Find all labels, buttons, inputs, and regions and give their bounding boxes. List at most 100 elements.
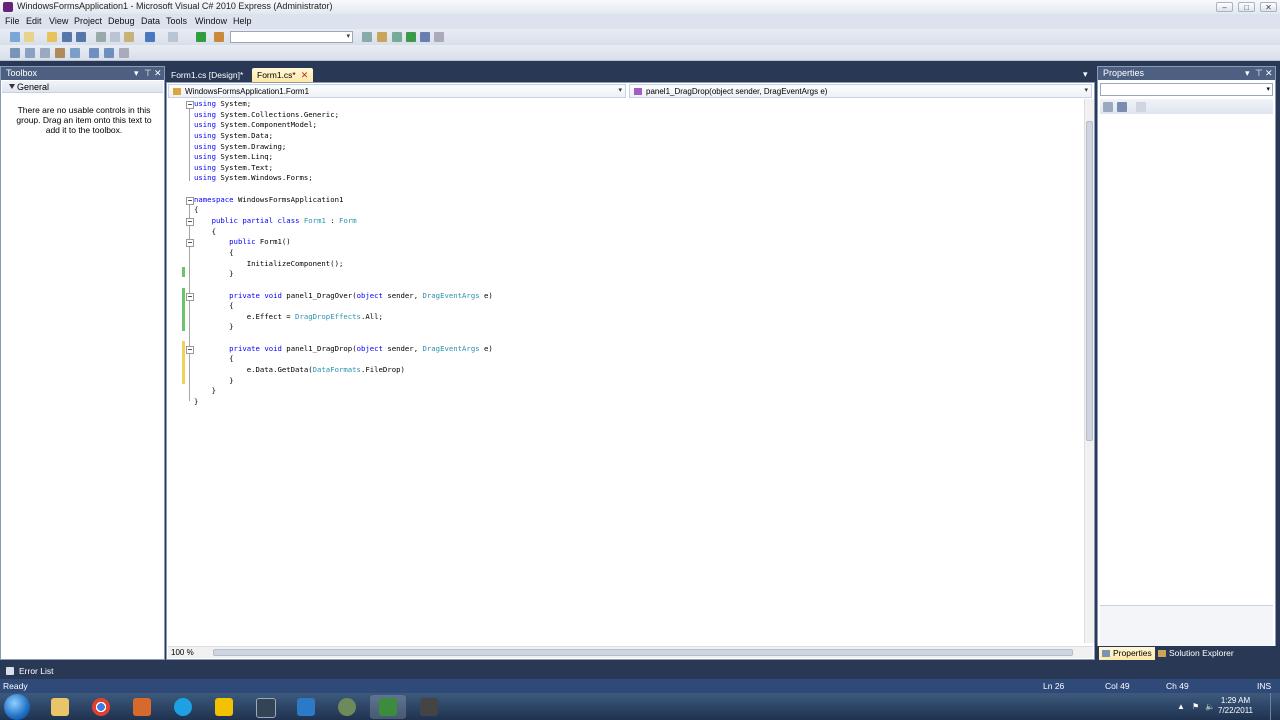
toolbox-group-label: General	[17, 82, 50, 92]
close-tab-icon[interactable]: ✕	[301, 70, 309, 80]
solution-config-icon[interactable]	[214, 32, 224, 42]
close-icon[interactable]: ✕	[1265, 68, 1273, 79]
menu-file[interactable]: File	[5, 16, 20, 26]
tab-label: Form1.cs*	[257, 70, 296, 80]
taskbar-explorer[interactable]	[42, 695, 78, 719]
taskbar-app2[interactable]	[247, 695, 283, 719]
display-object-member-list-icon[interactable]	[10, 48, 20, 58]
open-file-icon[interactable]	[47, 32, 57, 42]
zoom-level[interactable]: 100 %	[171, 648, 194, 657]
code-token: using	[194, 120, 216, 130]
decrease-indent-icon[interactable]	[70, 48, 80, 58]
close-window-button[interactable]: ✕	[1260, 2, 1277, 12]
taskbar-chrome[interactable]	[83, 695, 119, 719]
code-token: WindowsFormsApplication1	[233, 194, 344, 204]
show-desktop-button[interactable]	[1270, 693, 1280, 720]
vertical-scrollbar[interactable]	[1084, 99, 1094, 643]
collapse-using-icon[interactable]	[186, 101, 194, 109]
save-all-icon[interactable]	[76, 32, 86, 42]
properties-icon	[1102, 650, 1110, 657]
collapse-dragover-icon[interactable]	[186, 293, 194, 301]
uncomment-icon[interactable]	[104, 48, 114, 58]
tab-properties[interactable]: Properties	[1099, 647, 1155, 660]
menu-tools[interactable]: Tools	[166, 16, 187, 26]
toolbox-window-icon[interactable]	[420, 32, 430, 42]
maximize-button[interactable]: □	[1238, 2, 1255, 12]
taskbar-aim[interactable]	[206, 695, 242, 719]
start-button[interactable]	[4, 694, 30, 720]
menu-project[interactable]: Project	[74, 16, 102, 26]
properties-window-icon[interactable]	[392, 32, 402, 42]
clock[interactable]: 1:29 AM 7/22/2011	[1218, 696, 1253, 716]
collapse-class-icon[interactable]	[186, 218, 194, 226]
tab-form1-cs[interactable]: Form1.cs* ✕	[252, 68, 314, 82]
horizontal-scrollbar[interactable]	[213, 649, 1073, 656]
menu-debug[interactable]: Debug	[108, 16, 135, 26]
cut-icon[interactable]	[96, 32, 106, 42]
toolbox-group-general[interactable]: General	[2, 81, 163, 93]
app-icon	[133, 698, 151, 716]
taskbar-app3[interactable]	[288, 695, 324, 719]
property-pages-icon[interactable]	[1136, 102, 1146, 112]
members-dropdown[interactable]: panel1_DragDrop(object sender, DragEvent…	[629, 84, 1092, 98]
minimize-button[interactable]: –	[1216, 2, 1233, 12]
categorized-icon[interactable]	[1103, 102, 1113, 112]
parameter-info-icon[interactable]	[25, 48, 35, 58]
code-token: e)	[479, 343, 493, 353]
alphabetical-icon[interactable]	[1117, 102, 1127, 112]
collapse-constructor-icon[interactable]	[186, 239, 194, 247]
pane-menu-icon[interactable]: ▾	[1245, 68, 1250, 79]
menu-edit[interactable]: Edit	[26, 16, 42, 26]
taskbar-app[interactable]	[124, 695, 160, 719]
object-selector[interactable]: ▾	[1100, 83, 1273, 96]
taskbar-app4[interactable]	[411, 695, 447, 719]
new-project-icon[interactable]	[10, 32, 20, 42]
code-text-area[interactable]: using System; using System.Collections.Ge…	[168, 99, 1084, 647]
toolbar-options-icon[interactable]	[119, 48, 129, 58]
object-browser-icon[interactable]	[406, 32, 416, 42]
collapse-namespace-icon[interactable]	[186, 197, 194, 205]
find-icon[interactable]	[362, 32, 372, 42]
undo-icon[interactable]	[145, 32, 155, 42]
tab-label: Solution Explorer	[1169, 648, 1234, 658]
paste-icon[interactable]	[124, 32, 134, 42]
redo-icon[interactable]	[168, 32, 178, 42]
code-token: using	[194, 130, 216, 140]
taskbar-visual-csharp[interactable]	[370, 695, 406, 719]
tab-form1-design[interactable]: Form1.cs [Design]*	[166, 68, 248, 82]
volume-icon[interactable]: 🔈	[1205, 702, 1215, 711]
menu-help[interactable]: Help	[233, 16, 252, 26]
show-hidden-icons-icon[interactable]: ▲	[1177, 702, 1185, 711]
tab-solution-explorer[interactable]: Solution Explorer	[1155, 647, 1237, 660]
pin-icon[interactable]: ⊤	[1255, 68, 1263, 79]
close-icon[interactable]: ✕	[154, 68, 162, 79]
menu-data[interactable]: Data	[141, 16, 160, 26]
action-center-flag-icon[interactable]: ⚑	[1192, 702, 1200, 711]
types-dropdown[interactable]: WindowsFormsApplication1.Form1 ▾	[168, 84, 626, 98]
tab-overflow-icon[interactable]: ▾	[1083, 69, 1088, 80]
word-completion-icon[interactable]	[55, 48, 65, 58]
tab-label: Properties	[1113, 648, 1152, 658]
taskbar-skype[interactable]	[165, 695, 201, 719]
quick-info-icon[interactable]	[40, 48, 50, 58]
scrollbar-thumb[interactable]	[1086, 121, 1093, 441]
error-list-icon	[6, 667, 14, 675]
copy-icon[interactable]	[110, 32, 120, 42]
save-icon[interactable]	[62, 32, 72, 42]
toolbar-options-icon[interactable]	[434, 32, 444, 42]
solution-explorer-icon[interactable]	[377, 32, 387, 42]
collapse-dragdrop-icon[interactable]	[186, 346, 194, 354]
taskbar-xbox[interactable]	[329, 695, 365, 719]
start-debugging-icon[interactable]	[196, 32, 206, 42]
error-list-tab[interactable]: Error List	[0, 664, 60, 678]
add-item-icon[interactable]	[24, 32, 34, 42]
code-token: panel1_DragOver(	[281, 290, 357, 300]
pin-icon[interactable]: ⊤	[144, 68, 152, 79]
menu-view[interactable]: View	[49, 16, 68, 26]
pane-menu-icon[interactable]: ▾	[134, 68, 139, 79]
comment-out-icon[interactable]	[89, 48, 99, 58]
code-token: using	[194, 141, 216, 151]
find-combo[interactable]: ▾	[230, 31, 353, 43]
menu-window[interactable]: Window	[195, 16, 227, 26]
